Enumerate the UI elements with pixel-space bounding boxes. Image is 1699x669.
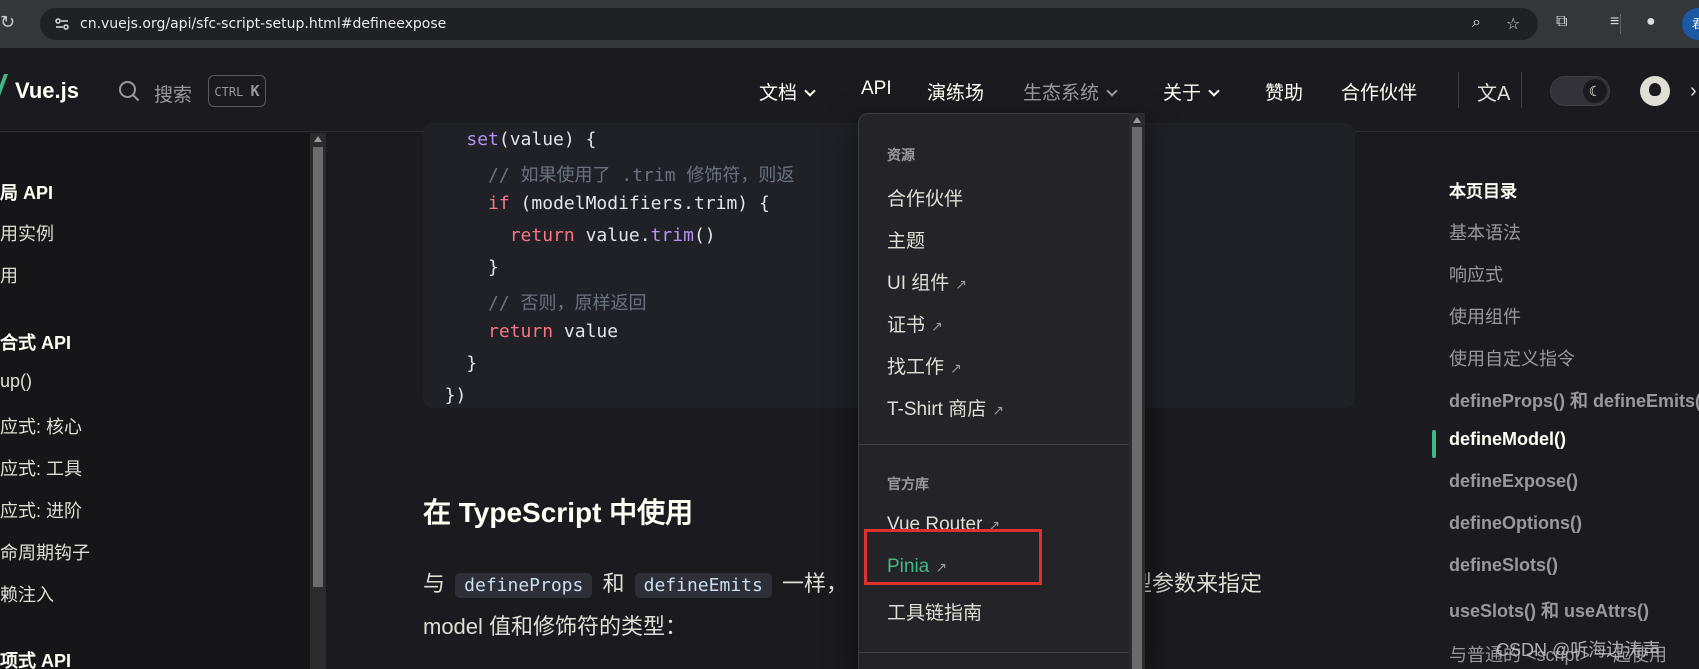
sidebar-scrollbar[interactable] (310, 133, 326, 669)
nav-divider (1458, 72, 1459, 108)
dropdown-item[interactable]: T-Shirt 商店 ↗ (887, 394, 1004, 421)
site-info-icon[interactable] (54, 16, 70, 32)
toc-item[interactable]: defineProps() 和 defineEmits() (1449, 387, 1699, 413)
search-icon[interactable] (118, 80, 140, 102)
code-line: }) (423, 385, 467, 406)
external-link-icon: ↗ (955, 276, 968, 292)
dropdown-item-toolchain[interactable]: 工具链指南 (887, 598, 982, 625)
chevron-down-icon (1106, 85, 1118, 97)
browser-toolbar: ↻ cn.vuejs.org/api/sfc-script-setup.html… (0, 0, 1699, 48)
nav-partners[interactable]: 合作伙伴 (1341, 78, 1417, 105)
reload-icon[interactable]: ↻ (0, 12, 15, 33)
reading-list-icon[interactable]: ≡ (1610, 13, 1619, 31)
toc-active-marker (1432, 430, 1436, 458)
dropdown-scrollbar[interactable] (1129, 113, 1145, 669)
external-link-icon: ↗ (992, 402, 1004, 418)
nav-docs[interactable]: 文档 (759, 78, 816, 105)
sidebar-item[interactable]: up() (0, 371, 32, 392)
url-text[interactable]: cn.vuejs.org/api/sfc-script-setup.html#d… (80, 16, 446, 32)
code-line: if (modelModifiers.trim) { (488, 193, 770, 214)
paragraph-line-2: model 值和修饰符的类型： (423, 614, 688, 639)
code-line: } (423, 353, 478, 374)
toc-item[interactable]: 使用组件 (1449, 303, 1521, 329)
account-icon[interactable]: ● (1646, 13, 1656, 31)
left-sidebar: 局 API 用实例 用 合式 API up() 应式: 核心 应式: 工具 应式… (0, 133, 310, 669)
sidebar-item[interactable]: 应式: 进阶 (0, 497, 82, 523)
annotation-highlight-box (864, 529, 1042, 585)
code-line: return value.trim() (509, 225, 716, 246)
toolbar-divider (1620, 14, 1621, 34)
scrollbar-thumb[interactable] (1132, 127, 1142, 669)
chevron-down-icon (1208, 85, 1220, 97)
sidebar-item[interactable]: 局 API (0, 179, 53, 205)
dropdown-divider (859, 652, 1130, 653)
toc-item[interactable]: 基本语法 (1449, 219, 1521, 245)
site-brand[interactable]: Vue.js (15, 78, 79, 104)
code-line: set(value) { (466, 129, 597, 150)
dropdown-group-title: 资源 (887, 147, 915, 163)
address-bar[interactable]: cn.vuejs.org/api/sfc-script-setup.html#d… (40, 8, 1538, 40)
dropdown-item[interactable]: 主题 (887, 226, 925, 253)
table-of-contents: 本页目录 基本语法 响应式 使用组件 使用自定义指令 defineProps()… (1406, 133, 1699, 669)
chevron-down-icon (804, 85, 816, 97)
sidebar-item[interactable]: 用 (0, 262, 18, 288)
moon-icon: ☾ (1583, 79, 1607, 103)
code-line: } (423, 257, 499, 278)
toc-title: 本页目录 (1449, 182, 1517, 201)
external-link-icon: ↗ (950, 360, 962, 376)
toc-item[interactable]: defineOptions() (1449, 513, 1582, 534)
toc-item[interactable]: defineExpose() (1449, 471, 1578, 492)
vue-logo-icon[interactable] (0, 74, 11, 96)
dropdown-divider (859, 444, 1130, 445)
dropdown-item[interactable]: 找工作 ↗ (887, 352, 962, 379)
sidebar-item[interactable]: 命周期钩子 (0, 539, 90, 565)
nav-about[interactable]: 关于 (1163, 78, 1220, 105)
toc-item-active[interactable]: defineModel() (1449, 429, 1566, 450)
translate-icon[interactable]: 文A (1477, 77, 1510, 106)
dropdown-group-title: 官方库 (887, 476, 929, 492)
nav-api[interactable]: API (861, 78, 892, 100)
sidebar-item[interactable]: 项式 API (0, 647, 71, 669)
bookmark-star-icon[interactable]: ☆ (1506, 14, 1520, 34)
sidebar-item[interactable]: 应式: 工具 (0, 455, 82, 481)
search-shortcut-badge: CTRL K (208, 75, 266, 107)
toc-item[interactable]: 响应式 (1449, 261, 1503, 287)
sidebar-item[interactable]: 合式 API (0, 329, 71, 355)
dropdown-item[interactable]: UI 组件 ↗ (887, 268, 967, 295)
theme-toggle[interactable]: ☾ (1550, 76, 1610, 106)
csdn-watermark: CSDN @听海边涛声 (1496, 640, 1661, 660)
inline-code-defineemits: defineEmits (634, 573, 772, 598)
nav-playground[interactable]: 演练场 (927, 78, 984, 105)
dropdown-item[interactable]: 证书 ↗ (887, 310, 943, 337)
code-line: // 否则，原样返回 (423, 293, 647, 314)
scroll-up-icon[interactable] (314, 136, 322, 142)
profile-avatar[interactable]: 君 (1682, 8, 1699, 40)
sidebar-item[interactable]: 用实例 (0, 220, 54, 246)
scroll-up-icon[interactable] (1133, 117, 1141, 123)
sidebar-item[interactable]: 赖注入 (0, 581, 54, 607)
section-heading: 在 TypeScript 中使用 (423, 497, 694, 528)
code-line: return value (488, 321, 619, 342)
zoom-icon[interactable]: ⌕ (1472, 14, 1481, 32)
sidebar-item[interactable]: 应式: 核心 (0, 413, 82, 439)
nav-sponsor[interactable]: 赞助 (1265, 78, 1303, 105)
toc-item[interactable]: defineSlots() (1449, 555, 1558, 576)
inline-code-defineprops: defineProps (455, 573, 593, 598)
github-icon[interactable] (1640, 76, 1670, 106)
ecosystem-dropdown: 资源 合作伙伴 主题 UI 组件 ↗ 证书 ↗ 找工作 ↗ T-Shirt 商店 ↗ 官… (858, 113, 1145, 669)
more-arrow-icon[interactable]: › (1690, 80, 1697, 103)
site-navbar: Vue.js 搜索 CTRL K 文档 API 演练场 生态系统 关于 赞助 合… (0, 48, 1699, 132)
search-button[interactable]: 搜索 (154, 80, 192, 107)
toc-item[interactable]: useSlots() 和 useAttrs() (1449, 597, 1649, 623)
nav-ecosystem[interactable]: 生态系统 (1023, 78, 1118, 105)
scrollbar-thumb[interactable] (313, 147, 323, 587)
toc-item[interactable]: 使用自定义指令 (1449, 345, 1575, 371)
code-line: // 如果使用了 .trim 修饰符，则返 (423, 165, 795, 186)
nav-divider (1521, 72, 1522, 108)
dropdown-item[interactable]: 合作伙伴 (887, 184, 963, 211)
external-link-icon: ↗ (931, 318, 943, 334)
extensions-icon[interactable]: ⧉ (1556, 13, 1567, 31)
